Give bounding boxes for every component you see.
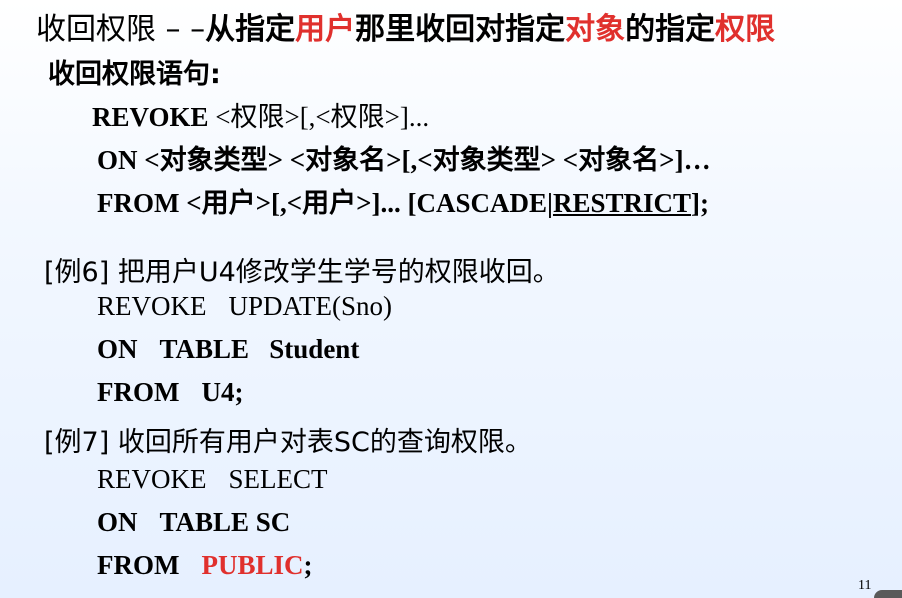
syntax-revoke-line: REVOKE <权限>[,<权限>]... [92,95,429,134]
syntax-revoke-args: <权限>[,<权限>]... [215,102,430,132]
example-6-label: [例6] 把用户U4修改学生学号的权限收回。 [44,257,560,288]
example-7-code-line-2: ON TABLE SC [97,507,290,538]
syntax-restrict-default: RESTRICT [552,188,692,218]
example-6-from-keyword: FROM [97,377,180,407]
syntax-from-line: FROM <用户>[,<用户>]... [CASCADE|RESTRICT]; [97,181,709,220]
example-7-from-keyword: FROM [97,550,180,580]
example-6-code-line-2: ON TABLE Student [97,334,359,365]
title-part-4: 那里收回对指定 [355,12,566,47]
example-7-label: [例7] 收回所有用户对表SC的查询权限。 [44,427,532,458]
example-7-semicolon: ; [303,550,313,580]
syntax-from-prefix: FROM <用户>[,<用户>]... [CASCADE| [97,188,553,218]
title-part-1: 收回权限 – – [36,12,206,47]
slide-corner-decoration [874,590,902,598]
example-6-privilege: UPDATE(Sno) [228,291,393,321]
syntax-from-suffix: ]; [691,188,709,218]
example-7-privilege: SELECT [228,464,328,494]
example-6-on-keyword: ON [97,334,138,364]
title-part-6: 的指定 [625,12,716,47]
example-7-public: PUBLIC [201,550,304,580]
example-6-table: TABLE Student [159,334,360,364]
title-privilege-highlight: 权限 [715,12,776,47]
example-7-on-keyword: ON [97,507,138,537]
example-6-code-line-3: FROM U4; [97,377,243,408]
syntax-heading: 收回权限语句: [48,59,221,90]
example-7-table: TABLE SC [159,507,291,537]
example-7-revoke-keyword: REVOKE [97,464,207,494]
example-7-code-line-3: FROM PUBLIC; [97,550,313,581]
title-part-2: 从指定 [205,12,296,47]
example-6-user: U4; [201,377,244,407]
slide-title: 收回权限 – –从指定用户那里收回对指定对象的指定权限 [36,4,775,48]
syntax-revoke-keyword: REVOKE [92,102,209,132]
title-object-highlight: 对象 [565,12,626,47]
example-6-code-line-1: REVOKE UPDATE(Sno) [97,291,392,322]
example-7-code-line-1: REVOKE SELECT [97,464,328,495]
example-6-revoke-keyword: REVOKE [97,291,207,321]
title-user-highlight: 用户 [295,12,356,47]
syntax-on-line: ON <对象类型> <对象名>[,<对象类型> <对象名>]… [97,145,711,175]
page-number: 11 [858,578,872,593]
